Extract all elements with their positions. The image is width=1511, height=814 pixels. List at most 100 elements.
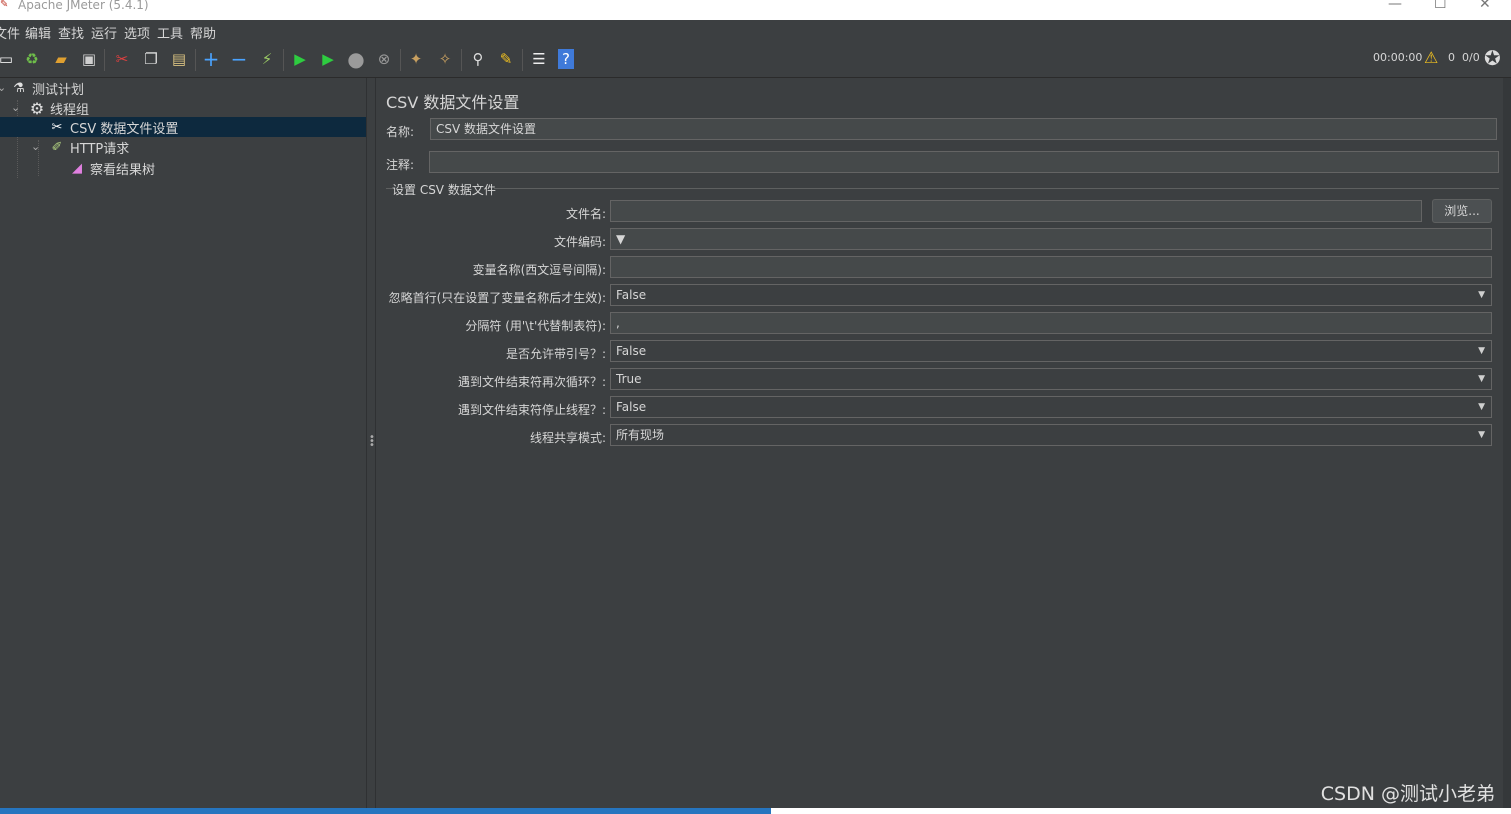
test-tree: ⌄ ⚗ 测试计划 ⌄ ⚙ 线程组 ✂ CSV 数据文件设置 ⌄ ✐ HTTP请求… bbox=[0, 78, 366, 808]
close-button[interactable]: ✕ bbox=[1479, 0, 1491, 12]
stop-thread-eof-select[interactable]: False ▼ bbox=[610, 396, 1492, 418]
tree-item-csv-data-set[interactable]: ✂ CSV 数据文件设置 bbox=[0, 117, 366, 137]
tools-icon: ✂ bbox=[51, 119, 63, 135]
toggle-icon[interactable]: ⚡ bbox=[257, 49, 277, 69]
remote-status-icon[interactable]: ✪ bbox=[1484, 46, 1501, 70]
collapse-toggle[interactable]: ⌄ bbox=[0, 81, 6, 94]
start-icon[interactable]: ▶ bbox=[290, 49, 310, 69]
browse-button[interactable]: 浏览... bbox=[1432, 199, 1492, 223]
name-field[interactable]: CSV 数据文件设置 bbox=[430, 118, 1497, 140]
recycle-eof-value: True bbox=[616, 372, 642, 386]
warning-icon[interactable]: ⚠ bbox=[1424, 48, 1438, 67]
menu-tools[interactable]: 工具 bbox=[157, 23, 183, 42]
status-bar bbox=[0, 808, 1511, 814]
toolbar-separator bbox=[400, 49, 401, 71]
ignore-first-line-value: False bbox=[616, 288, 647, 302]
comment-label: 注释: bbox=[386, 158, 415, 172]
group-border bbox=[494, 188, 1499, 189]
clear-all-icon[interactable]: ✧ bbox=[435, 49, 455, 69]
toolbar-separator bbox=[522, 49, 523, 71]
menu-search[interactable]: 查找 bbox=[58, 23, 84, 42]
tree-item-thread-group[interactable]: ⚙ 线程组 bbox=[28, 98, 366, 118]
tree-item-label: 测试计划 bbox=[32, 82, 85, 98]
chevron-down-icon[interactable]: ▼ bbox=[616, 232, 625, 246]
menu-help[interactable]: 帮助 bbox=[190, 23, 216, 42]
search-icon[interactable]: ⚲ bbox=[468, 49, 488, 69]
allow-quoted-value: False bbox=[616, 344, 647, 358]
menu-file[interactable]: 文件 bbox=[0, 23, 20, 42]
tree-item-label: CSV 数据文件设置 bbox=[70, 121, 179, 137]
function-helper-icon[interactable]: ☰ bbox=[529, 49, 549, 69]
open-icon[interactable]: ▰ bbox=[51, 49, 71, 69]
menu-run[interactable]: 运行 bbox=[91, 23, 117, 42]
toolbar-separator bbox=[195, 49, 196, 71]
variable-names-label: 变量名称(西文逗号间隔): bbox=[472, 263, 606, 277]
tree-item-label: 察看结果树 bbox=[90, 162, 156, 178]
tree-item-label: 线程组 bbox=[50, 102, 90, 118]
toolbar-separator bbox=[104, 49, 105, 71]
menu-options[interactable]: 选项 bbox=[124, 23, 150, 42]
allow-quoted-label: 是否允许带引号？: bbox=[505, 347, 606, 361]
clear-icon[interactable]: ✦ bbox=[406, 49, 426, 69]
encoding-label: 文件编码: bbox=[553, 235, 606, 249]
minimize-button[interactable]: — bbox=[1388, 0, 1402, 12]
ignore-first-line-label: 忽略首行(只在设置了变量名称后才生效): bbox=[388, 291, 606, 305]
help-icon[interactable]: ? bbox=[558, 49, 574, 69]
expand-icon[interactable]: + bbox=[201, 47, 221, 71]
test-plan-icon: ⚗ bbox=[13, 80, 25, 96]
delimiter-field[interactable]: , bbox=[610, 312, 1492, 334]
thread-count: 0/0 bbox=[1462, 51, 1480, 64]
watermark: CSDN @测试小老弟 bbox=[1320, 783, 1495, 805]
warning-count: 0 bbox=[1448, 51, 1455, 64]
save-icon[interactable]: ▣ bbox=[79, 49, 99, 69]
comment-field[interactable] bbox=[429, 151, 1499, 173]
variable-names-field[interactable] bbox=[610, 256, 1492, 278]
elapsed-timer: 00:00:00 bbox=[1373, 51, 1423, 64]
graph-icon: ◢ bbox=[72, 160, 82, 176]
filename-label: 文件名: bbox=[565, 207, 606, 221]
gear-icon: ⚙ bbox=[29, 98, 45, 118]
recycle-eof-select[interactable]: True ▼ bbox=[610, 368, 1492, 390]
sharing-mode-label: 线程共享模式: bbox=[529, 431, 606, 445]
panel-title: CSV 数据文件设置 bbox=[386, 93, 520, 112]
filename-field[interactable] bbox=[610, 200, 1422, 222]
group-title: 设置 CSV 数据文件 bbox=[392, 183, 496, 197]
menu-edit[interactable]: 编辑 bbox=[25, 23, 51, 42]
allow-quoted-select[interactable]: False ▼ bbox=[610, 340, 1492, 362]
toolbar-separator bbox=[461, 49, 462, 71]
chevron-down-icon: ▼ bbox=[1478, 374, 1485, 384]
toolbar-separator bbox=[283, 49, 284, 71]
sharing-mode-select[interactable]: 所有现场 ▼ bbox=[610, 424, 1492, 446]
copy-icon[interactable]: ❐ bbox=[141, 49, 161, 69]
new-icon[interactable]: ▭ bbox=[0, 49, 16, 69]
delimiter-label: 分隔符 (用'\t'代替制表符): bbox=[465, 319, 606, 333]
sharing-mode-value: 所有现场 bbox=[616, 428, 665, 442]
cut-icon[interactable]: ✂ bbox=[112, 49, 132, 69]
title-bar: ✎ Apache JMeter (5.4.1) — ☐ ✕ bbox=[0, 0, 1511, 20]
toolbar: ▭ ♻ ▰ ▣ ✂ ❐ ▤ + − ⚡ ▶ ▶ ● ⊗ ✦ ✧ ⚲ ✎ ☰ ? … bbox=[0, 41, 1511, 78]
chevron-down-icon: ▼ bbox=[1478, 402, 1485, 412]
encoding-combo[interactable]: ▼ bbox=[610, 228, 1492, 250]
jmeter-feather-icon: ✎ bbox=[0, 0, 9, 10]
collapse-toggle[interactable]: ⌄ bbox=[11, 101, 20, 114]
tree-item-test-plan[interactable]: ⚗ 测试计划 bbox=[10, 78, 366, 98]
split-pane-divider[interactable]: • • • bbox=[366, 78, 376, 808]
name-label: 名称: bbox=[386, 125, 415, 139]
stop-icon[interactable]: ● bbox=[346, 47, 366, 71]
window-title: Apache JMeter (5.4.1) bbox=[18, 0, 149, 12]
maximize-button[interactable]: ☐ bbox=[1434, 0, 1447, 12]
progress-bar bbox=[0, 808, 771, 814]
tree-item-view-results-tree[interactable]: ◢ 察看结果树 bbox=[68, 158, 366, 178]
shutdown-icon[interactable]: ⊗ bbox=[374, 49, 394, 69]
collapse-toggle[interactable]: ⌄ bbox=[31, 140, 40, 153]
pipette-icon: ✐ bbox=[51, 139, 63, 155]
paste-icon[interactable]: ▤ bbox=[169, 49, 189, 69]
collapse-icon[interactable]: − bbox=[229, 47, 249, 71]
reset-search-icon[interactable]: ✎ bbox=[496, 49, 516, 69]
templates-icon[interactable]: ♻ bbox=[22, 49, 42, 69]
ignore-first-line-select[interactable]: False ▼ bbox=[610, 284, 1492, 306]
vertical-scroll-track[interactable] bbox=[1503, 78, 1511, 808]
menu-bar: 文件 编辑 查找 运行 选项 工具 帮助 bbox=[0, 20, 1511, 42]
tree-item-http-request[interactable]: ✐ HTTP请求 bbox=[48, 137, 366, 157]
start-no-timers-icon[interactable]: ▶ bbox=[318, 49, 338, 69]
